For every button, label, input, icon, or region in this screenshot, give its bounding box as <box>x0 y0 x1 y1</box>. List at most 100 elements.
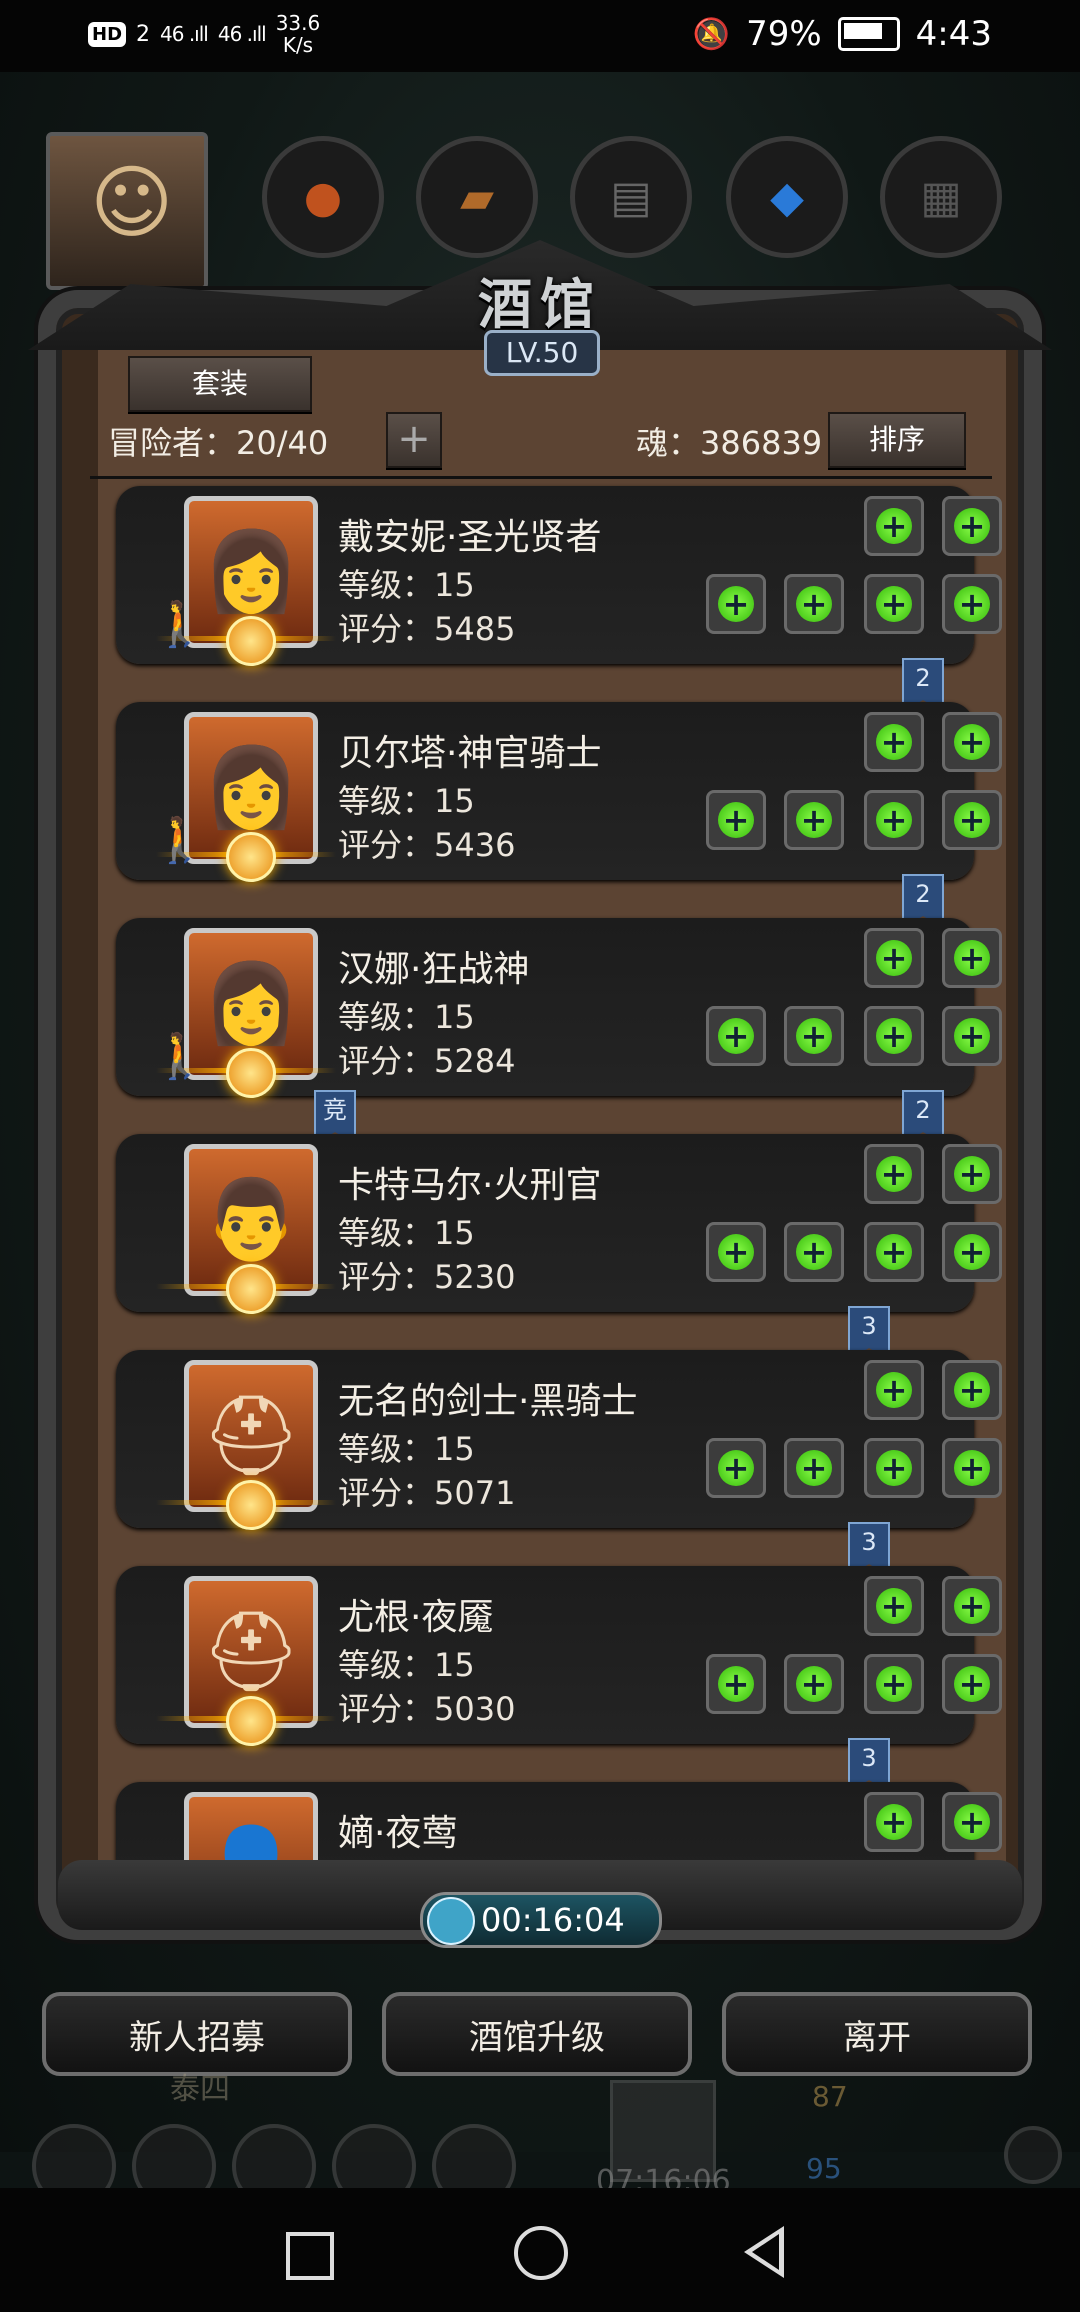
hero-portrait[interactable]: 👤 <box>184 1792 318 1860</box>
leave-button[interactable]: 离开 <box>722 1992 1032 2076</box>
adventurer-count: 冒险者：20/40 <box>108 424 329 462</box>
expand-capacity-button[interactable]: + <box>386 412 442 468</box>
armor-slot-button[interactable]: + <box>784 1006 844 1066</box>
list-item[interactable]: 👤 嫡·夜莺 + + <box>78 1782 1008 1860</box>
hero-card[interactable]: 👩 🚶 贝尔塔·神官骑士 等级：15 评分：5436 + + + + + + <box>116 702 1002 882</box>
add-icon: + <box>876 1234 912 1270</box>
hero-level: 等级：15 <box>338 566 475 604</box>
divider <box>90 476 992 479</box>
equip-slot-button[interactable]: + <box>864 1438 924 1498</box>
add-icon: + <box>796 1018 832 1054</box>
add-icon: + <box>718 1450 754 1486</box>
armor-slot-button[interactable]: + <box>784 1222 844 1282</box>
equip-slot-button[interactable]: + <box>864 1144 924 1204</box>
equip-slot-button[interactable]: + <box>942 790 1002 850</box>
equip-slot-button[interactable]: + <box>942 574 1002 634</box>
equip-slot-button[interactable]: + <box>864 928 924 988</box>
battery-percent: 79% <box>746 14 822 54</box>
sim-indicator: 2 <box>136 21 151 47</box>
weapon-slot-button[interactable]: + <box>706 1222 766 1282</box>
hero-card[interactable]: 👨 卡特马尔·火刑官 等级：15 评分：5230 + + + + + + <box>116 1134 1002 1314</box>
armor-slot-button[interactable]: + <box>784 574 844 634</box>
add-icon: + <box>718 802 754 838</box>
list-item[interactable]: ⛑ 无名的剑士·黑骑士 等级：15 评分：5071 + + + + + + 3 <box>78 1350 1008 1576</box>
equip-slot-button[interactable]: + <box>864 712 924 772</box>
equip-slot-button[interactable]: + <box>942 1360 1002 1420</box>
add-icon: + <box>796 1234 832 1270</box>
upgrade-tavern-button[interactable]: 酒馆升级 <box>382 1992 692 2076</box>
hero-card[interactable]: ⛑ 无名的剑士·黑骑士 等级：15 评分：5071 + + + + + + <box>116 1350 1002 1530</box>
star-badge-icon <box>226 1480 276 1530</box>
gold-count: 87 <box>812 2080 848 2113</box>
list-item[interactable]: 👩 🚶 贝尔塔·神官骑士 等级：15 评分：5436 + + + + + + 2 <box>78 702 1008 928</box>
weapon-slot-button[interactable]: + <box>706 574 766 634</box>
equip-slot-button[interactable]: + <box>942 1144 1002 1204</box>
equip-slot-button[interactable]: + <box>864 574 924 634</box>
equip-slot-button[interactable]: + <box>864 1792 924 1852</box>
weapon-slot-button[interactable]: + <box>706 1438 766 1498</box>
equip-slot-button[interactable]: + <box>942 1438 1002 1498</box>
equip-slot-button[interactable]: + <box>942 1222 1002 1282</box>
list-item[interactable]: 👨 卡特马尔·火刑官 等级：15 评分：5230 + + + + + + 3 <box>78 1134 1008 1360</box>
status-left: HD 2 46 .ıll 46 .ıll 33.6 K/s <box>88 12 320 56</box>
hero-card[interactable]: ⛑ 尤根·夜魇 等级：15 评分：5030 + + + + + + <box>116 1566 1002 1746</box>
walker-icon: 🚶 <box>152 815 207 866</box>
add-icon: + <box>954 1804 990 1840</box>
add-icon: + <box>954 1156 990 1192</box>
hero-card[interactable]: 👤 嫡·夜莺 + + <box>116 1782 1002 1860</box>
armor-slot-button[interactable]: + <box>784 1438 844 1498</box>
panel-title: 酒馆 <box>478 273 602 336</box>
suit-button[interactable]: 套装 <box>128 356 312 412</box>
home-icon[interactable] <box>514 2226 568 2280</box>
equip-slot-button[interactable]: + <box>864 1576 924 1636</box>
hero-name: 卡特马尔·火刑官 <box>338 1165 602 1206</box>
armor-slot-button[interactable]: + <box>784 790 844 850</box>
add-icon: + <box>954 802 990 838</box>
weapon-slot-button[interactable]: + <box>706 1654 766 1714</box>
equip-slot-button[interactable]: + <box>942 712 1002 772</box>
equip-slot-button[interactable]: + <box>864 1222 924 1282</box>
equip-slot-button[interactable]: + <box>942 496 1002 556</box>
add-icon: + <box>954 1018 990 1054</box>
tavern-level-badge: LV.50 <box>484 330 600 376</box>
equip-slot-button[interactable]: + <box>864 1360 924 1420</box>
equip-slot-button[interactable]: + <box>942 928 1002 988</box>
hero-score: 评分：5485 <box>338 610 516 648</box>
status-right: 🔕 79% 4:43 <box>693 14 992 54</box>
hero-card[interactable]: 👩 🚶 汉娜·狂战神 等级：15 评分：5284 + + + + + + <box>116 918 1002 1098</box>
mute-bell-icon: 🔕 <box>692 16 731 52</box>
equip-slot-button[interactable]: + <box>942 1654 1002 1714</box>
hero-name: 戴安妮·圣光贤者 <box>338 517 602 558</box>
walker-icon: 🚶 <box>152 1031 207 1082</box>
list-item[interactable]: ⛑ 尤根·夜魇 等级：15 评分：5030 + + + + + + 3 <box>78 1566 1008 1792</box>
star-badge-icon <box>226 1264 276 1314</box>
equip-slot-button[interactable]: + <box>942 1576 1002 1636</box>
star-badge-icon <box>226 616 276 666</box>
equip-slot-button[interactable]: + <box>864 1006 924 1066</box>
add-resource-icon[interactable] <box>1004 2126 1062 2184</box>
recent-apps-icon[interactable] <box>286 2232 334 2280</box>
back-icon[interactable] <box>744 2226 784 2278</box>
soul-count: 魂：386839 <box>636 424 823 462</box>
hero-card[interactable]: 👩 🚶 戴安妮·圣光贤者 等级：15 评分：5485 + + + + + + <box>116 486 1002 666</box>
equip-slot-button[interactable]: + <box>864 1654 924 1714</box>
equip-slot-button[interactable]: + <box>864 496 924 556</box>
weapon-slot-button[interactable]: + <box>706 1006 766 1066</box>
armor-slot-button[interactable]: + <box>784 1654 844 1714</box>
add-icon: + <box>796 1666 832 1702</box>
clock: 4:43 <box>915 14 992 54</box>
weapon-slot-button[interactable]: + <box>706 790 766 850</box>
equip-slot-button[interactable]: + <box>942 1792 1002 1852</box>
hero-list[interactable]: 👩 🚶 戴安妮·圣光贤者 等级：15 评分：5485 + + + + + + 2… <box>78 480 1008 1860</box>
star-badge-icon <box>226 1696 276 1746</box>
add-icon: + <box>876 1588 912 1624</box>
hero-level: 等级：15 <box>338 1646 475 1684</box>
add-icon: + <box>796 586 832 622</box>
hd-icon: HD <box>88 21 127 47</box>
list-item[interactable]: 👩 🚶 汉娜·狂战神 等级：15 评分：5284 + + + + + + 竞 2 <box>78 918 1008 1144</box>
equip-slot-button[interactable]: + <box>942 1006 1002 1066</box>
sort-button[interactable]: 排序 <box>828 412 966 468</box>
add-icon: + <box>954 1372 990 1408</box>
list-item[interactable]: 👩 🚶 戴安妮·圣光贤者 等级：15 评分：5485 + + + + + + 2 <box>78 486 1008 712</box>
equip-slot-button[interactable]: + <box>864 790 924 850</box>
